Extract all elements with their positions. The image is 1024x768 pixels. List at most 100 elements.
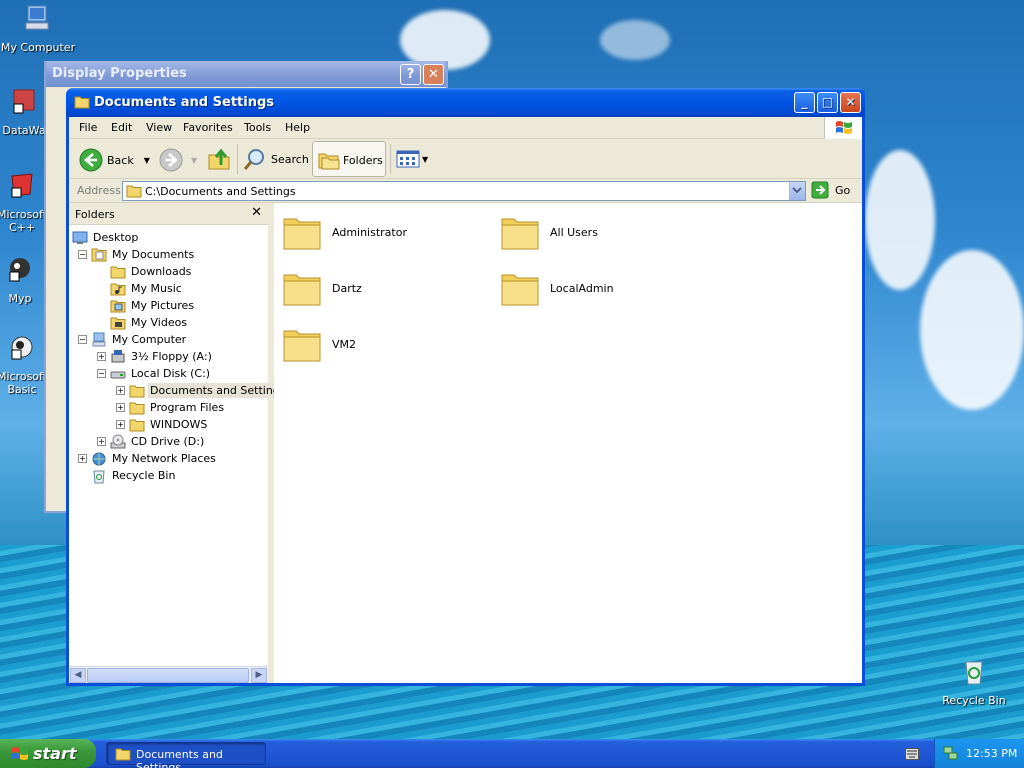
collapse-icon[interactable]: −: [78, 335, 87, 344]
up-folder-button[interactable]: [207, 147, 231, 171]
expand-icon[interactable]: +: [78, 454, 87, 463]
cloud: [865, 150, 935, 290]
desktop-icon-label: My Computer: [0, 41, 76, 54]
menu-edit[interactable]: Edit: [111, 121, 132, 134]
menu-file[interactable]: File: [79, 121, 97, 134]
close-icon[interactable]: ✕: [251, 205, 262, 220]
folder-item-all-users[interactable]: All Users: [500, 213, 598, 251]
expand-icon[interactable]: +: [97, 352, 106, 361]
folder-icon: [129, 419, 145, 431]
recycle-bin-icon: [965, 661, 983, 685]
tree-item-label: Local Disk (C:): [131, 367, 211, 380]
computer-icon: [92, 332, 106, 346]
tree-item[interactable]: + My Network Places: [78, 450, 218, 467]
explorer-titlebar[interactable]: Documents and Settings _ □ ✕: [66, 88, 865, 117]
chevron-down-icon[interactable]: ▼: [144, 156, 150, 165]
clock[interactable]: 12:53 PM: [966, 747, 1017, 760]
expand-icon[interactable]: +: [116, 420, 125, 429]
tree-item[interactable]: My Videos: [97, 314, 189, 331]
start-button[interactable]: start: [0, 739, 96, 768]
views-button[interactable]: ▼: [396, 150, 428, 168]
music-folder-icon: [110, 283, 126, 295]
visual-cpp-icon: [11, 173, 33, 198]
folder-icon: [501, 274, 539, 306]
tree-item[interactable]: Desktop: [72, 229, 140, 246]
desktop-icon-my-computer[interactable]: My Computer: [0, 3, 76, 54]
menu-help[interactable]: Help: [285, 121, 310, 134]
folders-button[interactable]: Folders: [312, 141, 386, 177]
tree-item[interactable]: + WINDOWS: [116, 416, 209, 433]
window-title: Documents and Settings: [94, 95, 275, 110]
pictures-folder-icon: [110, 300, 126, 312]
taskbar-item-label: Documents and Settings: [136, 748, 223, 768]
address-label: Address: [77, 184, 121, 197]
desktop-icon-recycle-bin[interactable]: Recycle Bin: [936, 656, 1012, 707]
folder-item-label: All Users: [550, 225, 598, 239]
tree-item[interactable]: Recycle Bin: [78, 467, 177, 484]
tree-item[interactable]: − My Computer: [78, 331, 188, 348]
help-button[interactable]: ?: [400, 64, 421, 85]
tree-item[interactable]: + Documents and Settings: [116, 382, 288, 399]
scrollbar-thumb[interactable]: [87, 668, 249, 683]
tree-item[interactable]: + Program Files: [116, 399, 226, 416]
explorer-window[interactable]: Documents and Settings _ □ ✕ File Edit V…: [66, 88, 865, 686]
horizontal-scrollbar[interactable]: ◀ ▶: [69, 666, 268, 683]
tree-item-label: Documents and Settings: [148, 383, 288, 398]
display-properties-titlebar[interactable]: Display Properties ? ✕: [46, 61, 446, 87]
tree-item[interactable]: My Music: [97, 280, 184, 297]
scroll-left-icon[interactable]: ◀: [70, 668, 86, 683]
folder-item-dartz[interactable]: Dartz: [282, 269, 362, 307]
menu-tools[interactable]: Tools: [244, 121, 271, 134]
search-button[interactable]: Search: [243, 147, 309, 171]
address-bar: Address C:\Documents and Settings Go: [69, 179, 862, 203]
collapse-icon[interactable]: −: [97, 369, 106, 378]
folder-item-label: Dartz: [332, 281, 362, 295]
taskbar-item-documents-and-settings[interactable]: Documents and Settings: [106, 742, 266, 768]
menu-view[interactable]: View: [146, 121, 172, 134]
folder-icon: [126, 185, 142, 198]
folder-item-label: Administrator: [332, 225, 407, 239]
windows-flag-icon: [836, 121, 852, 134]
collapse-icon[interactable]: −: [78, 250, 87, 259]
address-input[interactable]: C:\Documents and Settings: [122, 181, 806, 201]
folder-icon: [283, 218, 321, 250]
desktop-icon-myp[interactable]: Myp: [0, 254, 50, 305]
address-dropdown-button[interactable]: [789, 182, 805, 200]
network-status-icon[interactable]: [943, 745, 959, 761]
forward-button[interactable]: ▼: [159, 148, 197, 172]
keyboard-icon[interactable]: [905, 748, 919, 760]
tree-item-label: My Videos: [131, 316, 188, 329]
menu-bar: File Edit View Favorites Tools Help: [69, 117, 862, 139]
expand-icon[interactable]: +: [116, 386, 125, 395]
tree-item[interactable]: Downloads: [97, 263, 193, 280]
forward-arrow-icon: [159, 148, 183, 172]
menu-favorites[interactable]: Favorites: [183, 121, 233, 134]
folders-pane-title: Folders: [75, 208, 115, 221]
folder-item-administrator[interactable]: Administrator: [282, 213, 407, 251]
folder-item-localadmin[interactable]: LocalAdmin: [500, 269, 614, 307]
tree-item[interactable]: − My Documents: [78, 246, 196, 263]
tree-item[interactable]: My Pictures: [97, 297, 196, 314]
expand-icon[interactable]: +: [116, 403, 125, 412]
minimize-button[interactable]: _: [794, 92, 815, 113]
tree-item[interactable]: +3½ Floppy (A:): [97, 348, 214, 365]
tree-item-label: Program Files: [150, 401, 225, 414]
folder-item-vm2[interactable]: VM2: [282, 325, 356, 363]
close-button[interactable]: ✕: [423, 64, 444, 85]
tree-item[interactable]: + CD Drive (D:): [97, 433, 206, 450]
tree-item-label: My Network Places: [112, 452, 216, 465]
back-button[interactable]: Back ▼: [79, 148, 150, 172]
close-button[interactable]: ✕: [840, 92, 861, 113]
scroll-right-icon[interactable]: ▶: [251, 668, 267, 683]
go-button[interactable]: Go: [811, 181, 850, 199]
maximize-button[interactable]: □: [817, 92, 838, 113]
tree-item-label: My Computer: [112, 333, 187, 346]
tree-item[interactable]: − Local Disk (C:): [97, 365, 212, 382]
application-icon: [9, 258, 30, 282]
folder-tree: Desktop − My Documents Downloads My Music My …: [69, 226, 288, 666]
cloud: [920, 250, 1024, 410]
expand-icon[interactable]: +: [97, 437, 106, 446]
videos-folder-icon: [110, 317, 126, 329]
chevron-down-icon: ▼: [191, 155, 198, 165]
tree-item-label: Downloads: [131, 265, 192, 278]
